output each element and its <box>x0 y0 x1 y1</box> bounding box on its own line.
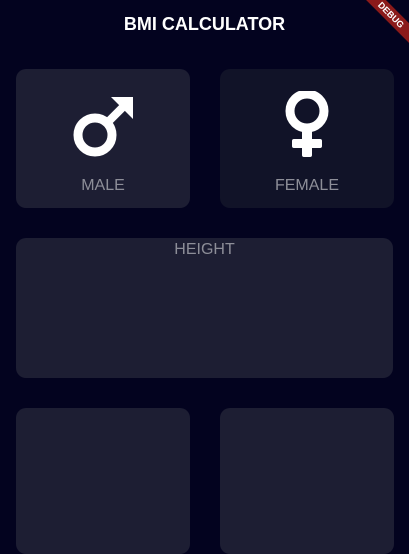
female-icon <box>285 91 329 157</box>
app-title: BMI CALCULATOR <box>123 14 286 34</box>
male-card[interactable]: MALE <box>16 69 190 208</box>
female-label: FEMALE <box>274 177 339 194</box>
height-card: HEIGHT <box>16 238 393 378</box>
female-card[interactable]: FEMALE <box>220 69 394 208</box>
male-icon <box>73 97 133 157</box>
weight-card <box>16 408 190 554</box>
height-label: HEIGHT <box>174 241 235 258</box>
male-label: MALE <box>81 177 125 194</box>
age-card <box>220 408 394 554</box>
